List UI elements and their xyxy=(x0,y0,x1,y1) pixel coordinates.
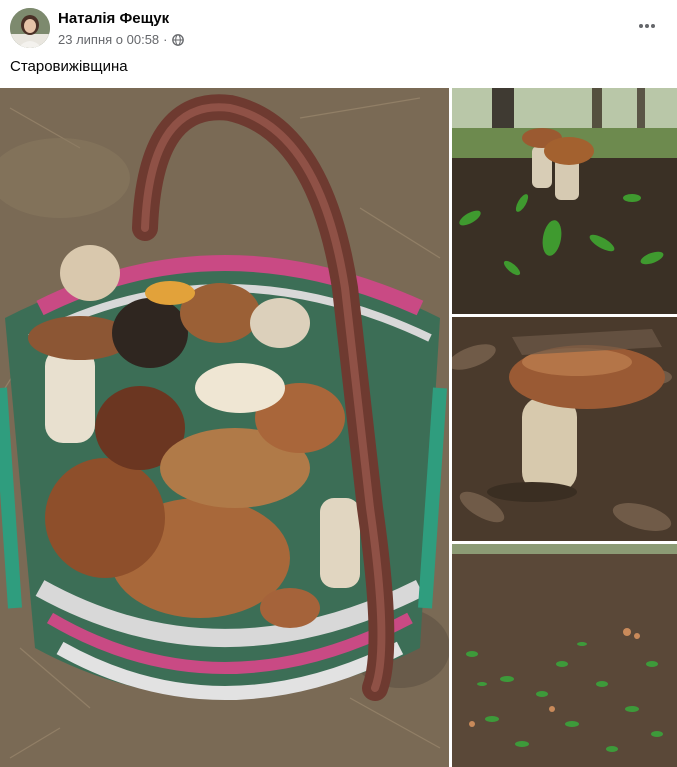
photo-mushrooms-in-forest[interactable] xyxy=(452,88,677,314)
post-text: Старовижівщина xyxy=(10,58,128,75)
photo-porcini-closeup[interactable] xyxy=(452,317,677,541)
more-horizontal-icon xyxy=(639,24,655,28)
photo-mushroom-basket[interactable] xyxy=(0,88,449,767)
meta-separator: · xyxy=(163,32,168,47)
post-header: Наталія Фещук 23 липня о 00:58 · xyxy=(0,0,677,56)
globe-icon[interactable] xyxy=(171,33,184,46)
post-meta: 23 липня о 00:58 · xyxy=(58,32,184,47)
photo-gallery xyxy=(0,88,677,767)
post-timestamp[interactable]: 23 липня о 00:58 xyxy=(58,32,159,47)
photo-forest-floor[interactable] xyxy=(452,544,677,767)
author-name[interactable]: Наталія Фещук xyxy=(58,10,169,27)
more-options-button[interactable] xyxy=(631,12,663,40)
avatar[interactable] xyxy=(10,8,50,48)
